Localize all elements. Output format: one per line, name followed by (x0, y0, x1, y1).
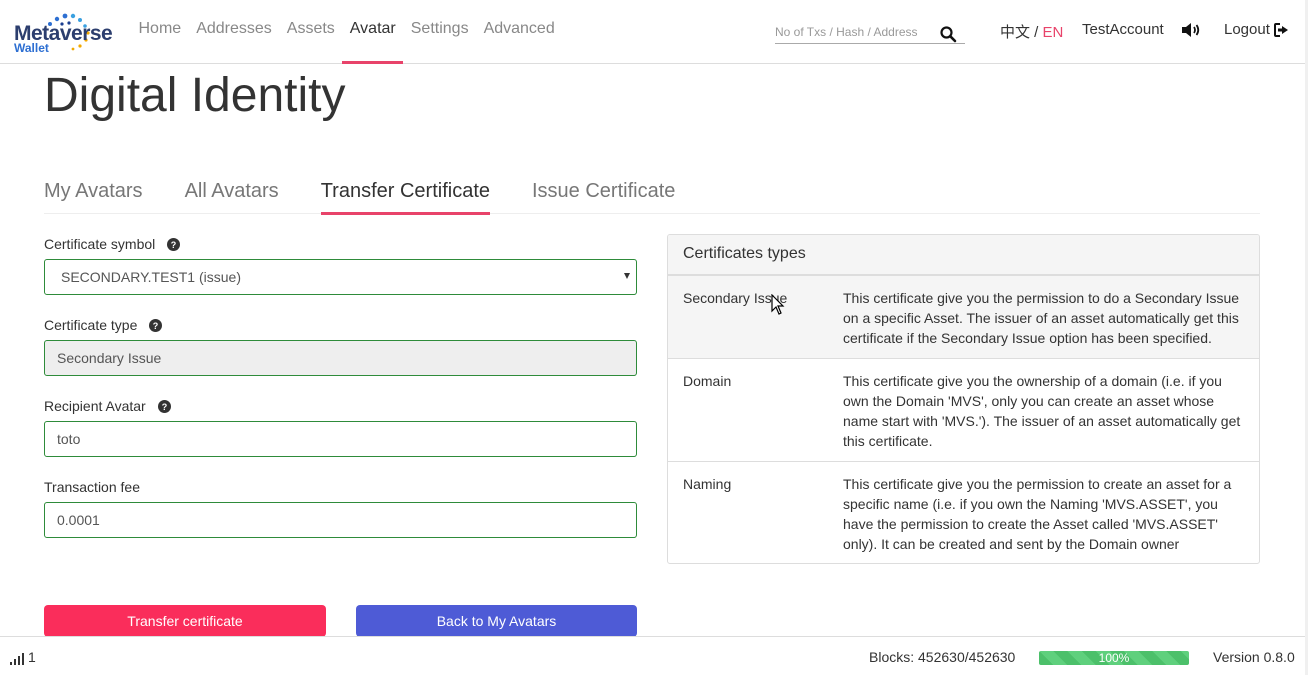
cert-name: Secondary Issue (683, 290, 788, 306)
caret-down-icon (624, 273, 630, 279)
main-nav: Home Addresses Assets Avatar Settings Ad… (131, 0, 562, 64)
nav-addresses[interactable]: Addresses (189, 0, 280, 64)
certificate-symbol-value: SECONDARY.TEST1 (issue) (61, 269, 241, 285)
signal-bars-icon (10, 653, 24, 665)
avatar-tabs: My Avatars All Avatars Transfer Certific… (44, 172, 1260, 215)
certificate-symbol-label-row: Certificate symbol ? (44, 234, 637, 254)
language-switcher: 中文 / EN (1000, 21, 1063, 42)
search-input[interactable] (775, 23, 933, 41)
certificate-type-label: Certificate type (44, 317, 138, 333)
sign-out-icon (1273, 22, 1288, 37)
transaction-fee-label: Transaction fee (44, 479, 140, 495)
logout-button[interactable]: Logout (1224, 21, 1289, 38)
tab-transfer-certificate[interactable]: Transfer Certificate (320, 172, 491, 215)
svg-text:?: ? (171, 240, 177, 250)
top-navbar: Metaverse Wallet Home Addresses Assets A… (0, 0, 1305, 64)
cert-description: This certificate give you the ownership … (843, 373, 1241, 449)
recipient-avatar-input[interactable]: toto (44, 421, 637, 457)
question-circle-icon[interactable]: ? (157, 399, 171, 413)
metaverse-logo[interactable]: Metaverse Wallet (12, 12, 116, 56)
certificate-symbol-group: Certificate symbol ? SECONDARY.TEST1 (is… (44, 234, 637, 295)
cert-name: Domain (683, 373, 732, 389)
certificate-types-panel: Certificates types Secondary Issue This … (667, 234, 1260, 564)
recipient-avatar-group: Recipient Avatar ? toto (44, 396, 637, 457)
lang-en[interactable]: EN (1043, 24, 1064, 41)
question-circle-icon[interactable]: ? (149, 318, 163, 332)
search-box (775, 23, 965, 44)
sync-progress-bar: 100% (1039, 651, 1189, 665)
volume-icon[interactable] (1181, 22, 1201, 38)
certificate-type-label-row: Certificate type ? (44, 315, 637, 335)
peer-count: 1 (28, 649, 36, 665)
logout-label: Logout (1224, 21, 1270, 38)
page-title: Digital Identity (44, 69, 346, 122)
cert-row-domain: Domain This certificate give you the own… (668, 358, 1259, 461)
tab-my-avatars[interactable]: My Avatars (44, 172, 143, 214)
certificate-symbol-label: Certificate symbol (44, 236, 156, 252)
status-footer: 1 Blocks: 452630/452630 100% Version 0.8… (0, 636, 1305, 675)
transaction-fee-group: Transaction fee 0.0001 (44, 477, 637, 538)
cert-row-secondary-issue: Secondary Issue This certificate give yo… (668, 275, 1259, 358)
tab-issue-certificate[interactable]: Issue Certificate (532, 172, 675, 214)
mouse-cursor-icon (771, 294, 785, 315)
peers-indicator: 1 (10, 649, 36, 665)
lang-separator: / (1030, 24, 1043, 41)
transfer-certificate-button[interactable]: Transfer certificate (44, 605, 326, 637)
search-icon[interactable] (939, 25, 957, 43)
nav-advanced[interactable]: Advanced (476, 0, 562, 64)
cert-name: Naming (683, 476, 732, 492)
back-to-my-avatars-button[interactable]: Back to My Avatars (356, 605, 637, 637)
tab-all-avatars[interactable]: All Avatars (185, 172, 279, 214)
account-name[interactable]: TestAccount (1082, 21, 1164, 38)
question-circle-icon[interactable]: ? (167, 237, 181, 251)
panel-title: Certificates types (668, 235, 1259, 275)
lang-cn[interactable]: 中文 (1000, 24, 1030, 41)
cert-description: This certificate give you the permission… (843, 290, 1240, 346)
svg-text:?: ? (161, 402, 167, 412)
certificate-symbol-select[interactable]: SECONDARY.TEST1 (issue) (44, 259, 637, 295)
nav-assets[interactable]: Assets (279, 0, 342, 64)
transaction-fee-input[interactable]: 0.0001 (44, 502, 637, 538)
recipient-avatar-label-row: Recipient Avatar ? (44, 396, 637, 416)
cert-description: This certificate give you the permission… (843, 476, 1232, 552)
nav-settings[interactable]: Settings (403, 0, 476, 64)
certificate-type-field: Secondary Issue (44, 340, 637, 376)
logo-subtitle: Wallet (14, 41, 49, 55)
recipient-avatar-label: Recipient Avatar (44, 398, 146, 414)
block-height: Blocks: 452630/452630 (869, 649, 1016, 665)
app-version: Version 0.8.0 (1213, 649, 1295, 665)
nav-home[interactable]: Home (131, 0, 189, 64)
transaction-fee-label-row: Transaction fee (44, 477, 637, 497)
certificate-type-group: Certificate type ? Secondary Issue (44, 315, 637, 376)
sync-progress-fill: 100% (1039, 651, 1189, 665)
nav-avatar[interactable]: Avatar (342, 0, 404, 64)
cert-row-naming: Naming This certificate give you the per… (668, 461, 1259, 563)
svg-text:?: ? (153, 321, 159, 331)
